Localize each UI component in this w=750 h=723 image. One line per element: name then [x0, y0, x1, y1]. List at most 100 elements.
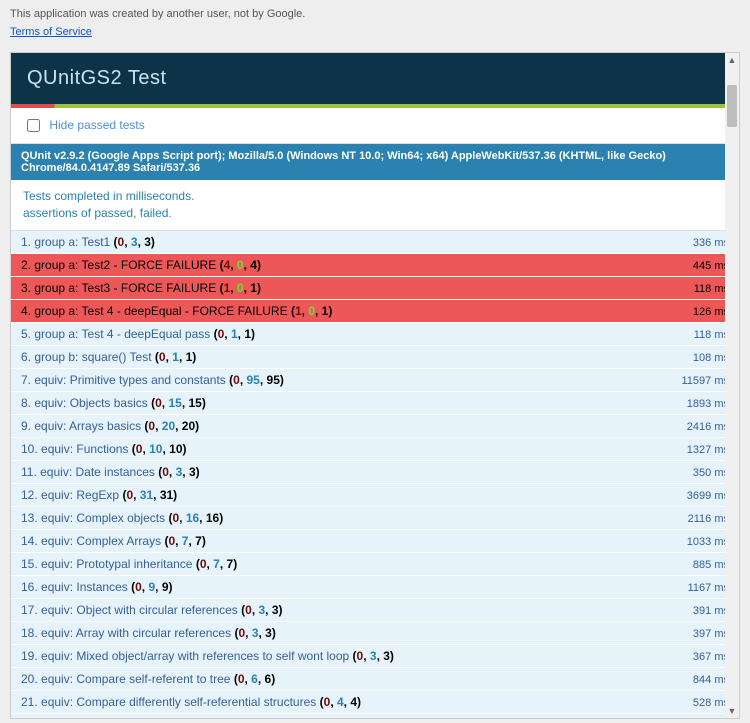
summary-line-1: Tests completed in milliseconds. — [23, 188, 727, 205]
test-name: Complex objects — [76, 511, 165, 525]
test-module: group a: — [34, 304, 78, 318]
test-name: Compare differently self-referential str… — [76, 695, 316, 709]
test-name: Test3 - FORCE FAILURE — [82, 281, 217, 295]
test-counts: (0, 10, 10) — [132, 442, 187, 456]
test-counts: (0, 3, 3) — [114, 235, 155, 249]
test-row[interactable]: 1. group a: Test1 (0, 3, 3)336 ms — [11, 231, 739, 254]
test-row[interactable]: 4. group a: Test 4 - deepEqual - FORCE F… — [11, 300, 739, 323]
test-title: 3. group a: Test3 - FORCE FAILURE (1, 0,… — [21, 281, 686, 295]
test-row[interactable]: 7. equiv: Primitive types and constants … — [11, 369, 739, 392]
test-row[interactable]: 6. group b: square() Test (0, 1, 1) 108 m… — [11, 346, 739, 369]
scrollbar[interactable]: ▲ ▼ — [725, 53, 739, 718]
test-row[interactable]: 5. group a: Test 4 - deepEqual pass (0, … — [11, 323, 739, 346]
test-duration: 108 ms — [693, 352, 729, 364]
test-counts: (0, 20, 20) — [144, 419, 199, 433]
test-module: group a: — [34, 235, 78, 249]
test-title: 9. equiv: Arrays basics (0, 20, 20) — [21, 419, 679, 433]
test-title: 15. equiv: Prototypal inheritance (0, 7,… — [21, 557, 685, 571]
test-row[interactable]: 10. equiv: Functions (0, 10, 10)1327 ms — [11, 438, 739, 461]
test-title: 1. group a: Test1 (0, 3, 3) — [21, 235, 685, 249]
disclaimer-text: This application was created by another … — [0, 0, 750, 24]
test-duration: 2416 ms — [687, 421, 729, 433]
test-row[interactable]: 14. equiv: Complex Arrays (0, 7, 7)1033 … — [11, 530, 739, 553]
test-number: 6. — [21, 350, 34, 364]
test-module: equiv: — [40, 465, 72, 479]
test-title: 20. equiv: Compare self-referent to tree… — [21, 672, 685, 686]
test-counts: (0, 3, 3) — [353, 649, 394, 663]
test-module: group b: — [34, 350, 78, 364]
test-duration: 11597 ms — [682, 375, 730, 387]
test-number: 16. — [21, 580, 41, 594]
test-counts: (0, 1, 1) — [214, 327, 255, 341]
test-row[interactable]: 20. equiv: Compare self-referent to tree… — [11, 668, 739, 691]
qunit-panel: QUnitGS2 Test Hide passed tests QUnit v2… — [10, 52, 740, 719]
scroll-up-icon[interactable]: ▲ — [725, 53, 739, 67]
test-row[interactable]: 16. equiv: Instances (0, 9, 9)1167 ms — [11, 576, 739, 599]
test-counts: (1, 0, 1) — [220, 281, 261, 295]
test-duration: 118 ms — [694, 283, 729, 295]
test-row[interactable]: 22. equiv: Compare structures with multi… — [11, 714, 739, 719]
test-row[interactable]: 15. equiv: Prototypal inheritance (0, 7,… — [11, 553, 739, 576]
test-name: Prototypal inheritance — [76, 557, 192, 571]
hide-passed-label[interactable]: Hide passed tests — [23, 118, 145, 132]
test-duration: 397 ms — [693, 628, 729, 640]
test-duration: 1327 ms — [687, 444, 729, 456]
test-name: RegExp — [76, 488, 119, 502]
test-counts: (0, 7, 7) — [196, 557, 237, 571]
test-number: 10. — [21, 442, 41, 456]
test-title: 6. group b: square() Test (0, 1, 1) — [21, 350, 685, 364]
test-name: square() Test — [82, 350, 152, 364]
scroll-thumb[interactable] — [727, 85, 737, 127]
test-duration: 118 ms — [694, 329, 729, 341]
test-number: 7. — [21, 373, 34, 387]
test-module: equiv: — [41, 649, 73, 663]
test-module: group a: — [34, 258, 78, 272]
test-name: Date instances — [76, 465, 155, 479]
test-row[interactable]: 8. equiv: Objects basics (0, 15, 15)1893… — [11, 392, 739, 415]
test-row[interactable]: 9. equiv: Arrays basics (0, 20, 20) 2416 … — [11, 415, 739, 438]
test-title: 4. group a: Test 4 - deepEqual - FORCE F… — [21, 304, 685, 318]
test-name: Complex Arrays — [76, 534, 161, 548]
test-module: equiv: — [34, 396, 66, 410]
toolbar: Hide passed tests — [11, 108, 739, 144]
test-duration: 885 ms — [693, 559, 729, 571]
test-duration: 844 ms — [693, 674, 729, 686]
test-number: 21. — [21, 695, 41, 709]
test-name: Primitive types and constants — [70, 373, 226, 387]
test-duration: 528 ms — [693, 697, 729, 709]
test-module: group a: — [34, 327, 78, 341]
test-row[interactable]: 11. equiv: Date instances (0, 3, 3)350 m… — [11, 461, 739, 484]
test-number: 15. — [21, 557, 41, 571]
test-row[interactable]: 12. equiv: RegExp (0, 31, 31)3699 ms — [11, 484, 739, 507]
test-counts: (0, 15, 15) — [151, 396, 206, 410]
test-number: 18. — [21, 626, 41, 640]
test-row[interactable]: 3. group a: Test3 - FORCE FAILURE (1, 0,… — [11, 277, 739, 300]
test-name: Array with circular references — [76, 626, 231, 640]
test-number: 2. — [21, 258, 34, 272]
test-counts: (0, 16, 16) — [168, 511, 223, 525]
scroll-down-icon[interactable]: ▼ — [725, 704, 739, 718]
test-title: 13. equiv: Complex objects (0, 16, 16) — [21, 511, 680, 525]
test-row[interactable]: 18. equiv: Array with circular reference… — [11, 622, 739, 645]
test-row[interactable]: 19. equiv: Mixed object/array with refer… — [11, 645, 739, 668]
tos-link[interactable]: Terms of Service — [10, 26, 92, 38]
test-duration: 1167 ms — [688, 582, 729, 594]
test-duration: 126 ms — [693, 306, 729, 318]
hide-passed-checkbox[interactable] — [27, 119, 40, 132]
test-row[interactable]: 2. group a: Test2 - FORCE FAILURE (4, 0,… — [11, 254, 739, 277]
test-row[interactable]: 13. equiv: Complex objects (0, 16, 16) 21… — [11, 507, 739, 530]
test-title: 18. equiv: Array with circular reference… — [21, 626, 685, 640]
test-module: equiv: — [34, 419, 66, 433]
test-title: 19. equiv: Mixed object/array with refer… — [21, 649, 685, 663]
test-duration: 2116 ms — [688, 513, 729, 525]
test-number: 17. — [21, 603, 41, 617]
test-number: 1. — [21, 235, 34, 249]
test-row[interactable]: 21. equiv: Compare differently self-refe… — [11, 691, 739, 714]
test-title: 21. equiv: Compare differently self-refe… — [21, 695, 685, 709]
test-module: equiv: — [41, 603, 73, 617]
test-row[interactable]: 17. equiv: Object with circular referenc… — [11, 599, 739, 622]
test-title: 11. equiv: Date instances (0, 3, 3) — [21, 465, 685, 479]
test-number: 8. — [21, 396, 34, 410]
test-title: 14. equiv: Complex Arrays (0, 7, 7) — [21, 534, 679, 548]
test-title: 8. equiv: Objects basics (0, 15, 15) — [21, 396, 679, 410]
